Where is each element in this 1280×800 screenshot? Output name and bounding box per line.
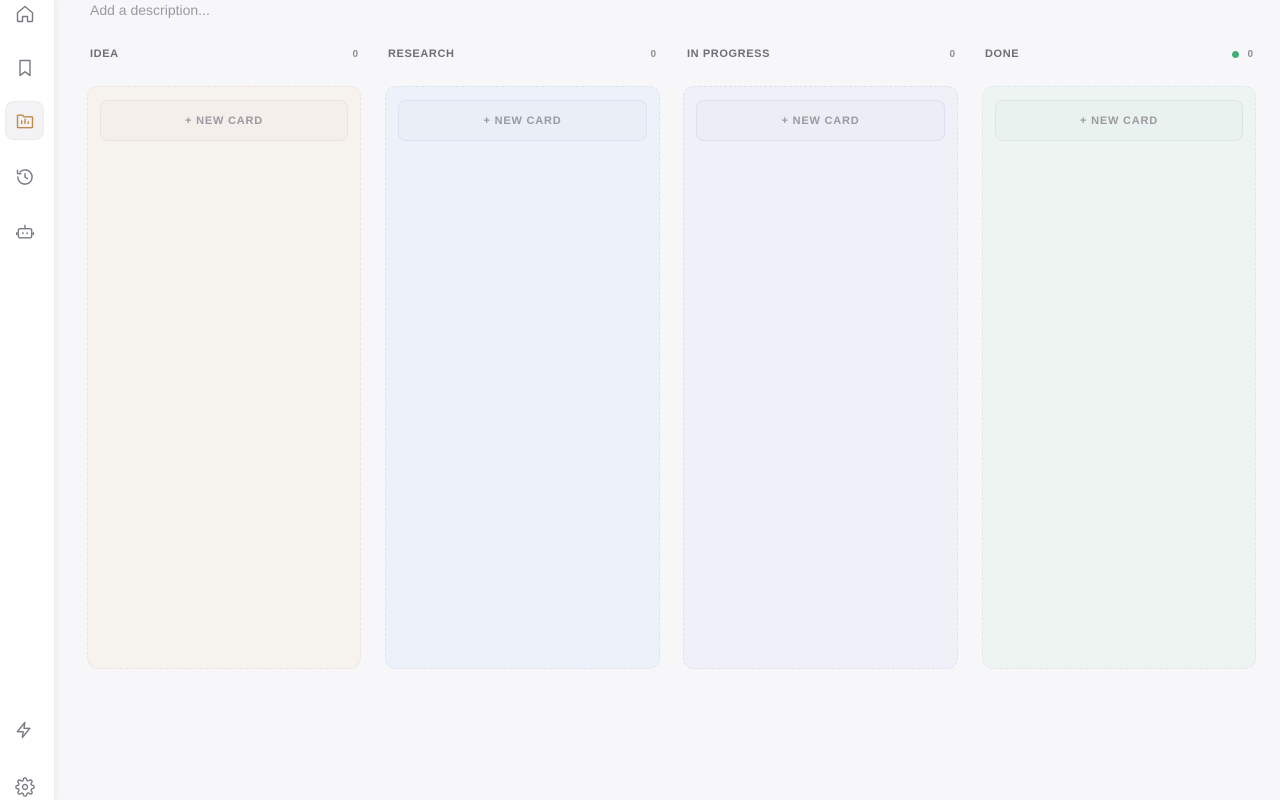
column-title: DONE (985, 48, 1020, 60)
robot-icon (15, 222, 35, 242)
column-title: IN PROGRESS (687, 48, 771, 60)
sidebar-item-automations[interactable] (4, 710, 43, 749)
status-dot (1232, 50, 1240, 58)
column-research: + NEW CARD (385, 86, 660, 669)
column-title: IDEA (90, 48, 119, 60)
column-header-in-progress: IN PROGRESS 0 (687, 46, 955, 62)
column-count: 0 (1247, 48, 1253, 60)
app: IDEA 0 + NEW CARD RESEARCH 0 + NEW CARD … (0, 0, 1280, 800)
sidebar-item-board[interactable] (5, 101, 44, 140)
sidebar-item-history[interactable] (5, 157, 44, 196)
new-card-button[interactable]: + NEW CARD (995, 100, 1243, 141)
column-title: RESEARCH (388, 48, 455, 60)
sidebar-item-home[interactable] (5, 0, 44, 33)
column-header-done: DONE 0 (985, 46, 1253, 62)
column-count: 0 (949, 48, 955, 60)
sidebar-item-bot[interactable] (5, 212, 44, 251)
folder-chart-icon (15, 111, 35, 131)
sidebar-item-bookmarks[interactable] (5, 48, 44, 87)
lightning-icon (14, 720, 34, 740)
column-done: + NEW CARD (982, 86, 1256, 669)
new-card-button[interactable]: + NEW CARD (398, 100, 647, 141)
column-idea: + NEW CARD (87, 86, 361, 669)
gear-icon (14, 776, 35, 797)
home-icon (15, 4, 35, 24)
column-count: 0 (650, 48, 656, 60)
sidebar (0, 0, 55, 800)
history-icon (15, 167, 35, 187)
sidebar-item-settings[interactable] (5, 767, 44, 800)
new-card-button[interactable]: + NEW CARD (696, 100, 945, 141)
column-in-progress: + NEW CARD (683, 86, 958, 669)
column-header-research: RESEARCH 0 (388, 46, 656, 62)
board-main: IDEA 0 + NEW CARD RESEARCH 0 + NEW CARD … (55, 0, 1280, 800)
column-count: 0 (352, 48, 358, 60)
new-card-button[interactable]: + NEW CARD (100, 100, 348, 141)
column-header-idea: IDEA 0 (90, 46, 358, 62)
bookmark-icon (15, 58, 35, 78)
description-input[interactable] (90, 1, 490, 19)
